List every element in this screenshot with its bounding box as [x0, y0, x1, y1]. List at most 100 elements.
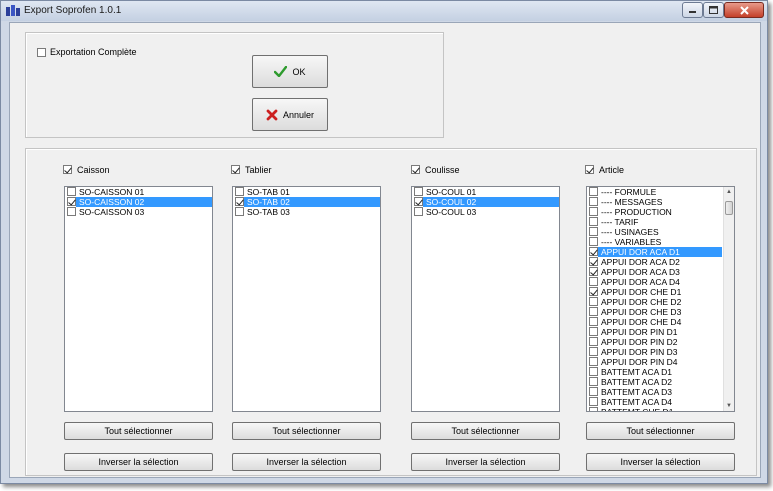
list-item-checkbox[interactable] [414, 197, 423, 206]
coulisse-listbox[interactable]: SO-COUL 01 SO-COUL 02 SO-COUL 03 [411, 186, 560, 412]
list-item[interactable]: BATTEMT ACA D3 [587, 387, 722, 397]
list-item[interactable]: SO-CAISSON 01 [65, 187, 212, 197]
caisson-header-checkbox[interactable] [63, 165, 72, 174]
maximize-button[interactable] [703, 2, 724, 18]
coulisse-header-checkbox[interactable] [411, 165, 420, 174]
coulisse-invert-selection-button[interactable]: Inverser la sélection [411, 453, 560, 471]
list-item[interactable]: BATTEMT ACA D4 [587, 397, 722, 407]
list-item-checkbox[interactable] [589, 367, 598, 376]
coulisse-select-all-button[interactable]: Tout sélectionner [411, 422, 560, 440]
article-header-checkbox[interactable] [585, 165, 594, 174]
list-item[interactable]: APPUI DOR CHE D4 [587, 317, 722, 327]
list-item[interactable]: SO-CAISSON 02 [67, 197, 212, 207]
list-item-checkbox[interactable] [67, 207, 76, 216]
list-item-checkbox[interactable] [589, 207, 598, 216]
list-item-checkbox[interactable] [235, 187, 244, 196]
list-item[interactable]: SO-TAB 02 [235, 197, 380, 207]
list-item[interactable]: ---- FORMULE [587, 187, 722, 197]
list-item-checkbox[interactable] [589, 327, 598, 336]
ok-button[interactable]: OK [252, 55, 328, 88]
list-item-checkbox[interactable] [235, 197, 244, 206]
list-item[interactable]: APPUI DOR ACA D2 [587, 257, 722, 267]
article-header-label: Article [599, 165, 625, 175]
list-item[interactable]: APPUI DOR PIN D3 [587, 347, 722, 357]
list-item[interactable]: APPUI DOR CHE D2 [587, 297, 722, 307]
list-item-checkbox[interactable] [589, 187, 598, 196]
list-item-checkbox[interactable] [589, 227, 598, 236]
list-item-checkbox[interactable] [589, 347, 598, 356]
caisson-listbox[interactable]: SO-CAISSON 01 SO-CAISSON 02 SO-CAISSON 03 [64, 186, 213, 412]
list-item[interactable]: BATTEMT ACA D2 [587, 377, 722, 387]
list-item[interactable]: BATTEMT ACA D1 [587, 367, 722, 377]
list-item-checkbox[interactable] [589, 267, 598, 276]
list-item-checkbox[interactable] [589, 237, 598, 246]
maximize-icon [709, 6, 718, 14]
list-item-label: SO-COUL 03 [426, 207, 477, 217]
list-item-checkbox[interactable] [67, 187, 76, 196]
list-item-checkbox[interactable] [589, 277, 598, 286]
caisson-invert-selection-button[interactable]: Inverser la sélection [64, 453, 213, 471]
article-select-all-button[interactable]: Tout sélectionner [586, 422, 735, 440]
list-item[interactable]: APPUI DOR ACA D1 [589, 247, 722, 257]
list-item[interactable]: ---- USINAGES [587, 227, 722, 237]
list-item-checkbox[interactable] [589, 217, 598, 226]
tablier-select-all-button[interactable]: Tout sélectionner [232, 422, 381, 440]
list-item[interactable]: SO-COUL 03 [412, 207, 559, 217]
list-item-label: ---- TARIF [601, 217, 639, 227]
list-item-checkbox[interactable] [589, 257, 598, 266]
minimize-button[interactable] [682, 2, 703, 18]
list-item-label: APPUI DOR CHE D4 [601, 317, 682, 327]
list-item[interactable]: SO-COUL 02 [414, 197, 559, 207]
title-bar[interactable]: Export Soprofen 1.0.1 [1, 1, 767, 21]
list-item[interactable]: SO-TAB 03 [233, 207, 380, 217]
article-invert-selection-button[interactable]: Inverser la sélection [586, 453, 735, 471]
list-item[interactable]: SO-COUL 01 [412, 187, 559, 197]
list-item-checkbox[interactable] [414, 207, 423, 216]
list-item[interactable]: APPUI DOR PIN D1 [587, 327, 722, 337]
list-item-checkbox[interactable] [589, 247, 598, 256]
list-item-checkbox[interactable] [235, 207, 244, 216]
list-item-checkbox[interactable] [589, 297, 598, 306]
list-item[interactable]: BATTEMT CHE D1 [587, 407, 722, 411]
tablier-invert-selection-button[interactable]: Inverser la sélection [232, 453, 381, 471]
list-item[interactable]: APPUI DOR CHE D1 [587, 287, 722, 297]
list-item[interactable]: APPUI DOR CHE D3 [587, 307, 722, 317]
list-item[interactable]: ---- VARIABLES [587, 237, 722, 247]
scroll-up-arrow-icon[interactable]: ▲ [724, 187, 734, 197]
tablier-listbox[interactable]: SO-TAB 01 SO-TAB 02 SO-TAB 03 [232, 186, 381, 412]
list-item[interactable]: APPUI DOR ACA D3 [587, 267, 722, 277]
article-scrollbar[interactable]: ▲ ▼ [723, 187, 734, 411]
list-item-checkbox[interactable] [589, 307, 598, 316]
list-item-checkbox[interactable] [589, 377, 598, 386]
list-item-checkbox[interactable] [589, 317, 598, 326]
list-item[interactable]: APPUI DOR PIN D2 [587, 337, 722, 347]
list-item[interactable]: APPUI DOR ACA D4 [587, 277, 722, 287]
article-listbox[interactable]: ---- FORMULE ---- MESSAGES ---- PRODUCTION… [586, 186, 735, 412]
ok-label: OK [292, 66, 306, 77]
list-item-checkbox[interactable] [67, 197, 76, 206]
list-item-checkbox[interactable] [589, 337, 598, 346]
list-item-checkbox[interactable] [414, 187, 423, 196]
list-item-checkbox[interactable] [589, 387, 598, 396]
tablier-header-checkbox[interactable] [231, 165, 240, 174]
scroll-down-arrow-icon[interactable]: ▼ [724, 401, 734, 411]
coulisse-header-label: Coulisse [425, 165, 460, 175]
list-item-checkbox[interactable] [589, 407, 598, 411]
cancel-x-icon [266, 109, 278, 120]
list-item[interactable]: SO-CAISSON 03 [65, 207, 212, 217]
caisson-select-all-button[interactable]: Tout sélectionner [64, 422, 213, 440]
close-button[interactable] [724, 2, 764, 18]
list-item[interactable]: ---- PRODUCTION [587, 207, 722, 217]
export-options-group: Exportation Complète OK Annuler [25, 32, 444, 138]
list-item-checkbox[interactable] [589, 397, 598, 406]
list-item[interactable]: ---- TARIF [587, 217, 722, 227]
full-export-checkbox[interactable] [37, 48, 46, 57]
scroll-thumb[interactable] [725, 201, 733, 215]
list-item[interactable]: APPUI DOR PIN D4 [587, 357, 722, 367]
list-item-checkbox[interactable] [589, 287, 598, 296]
list-item[interactable]: ---- MESSAGES [587, 197, 722, 207]
list-item-checkbox[interactable] [589, 197, 598, 206]
cancel-button[interactable]: Annuler [252, 98, 328, 131]
list-item-checkbox[interactable] [589, 357, 598, 366]
list-item[interactable]: SO-TAB 01 [233, 187, 380, 197]
